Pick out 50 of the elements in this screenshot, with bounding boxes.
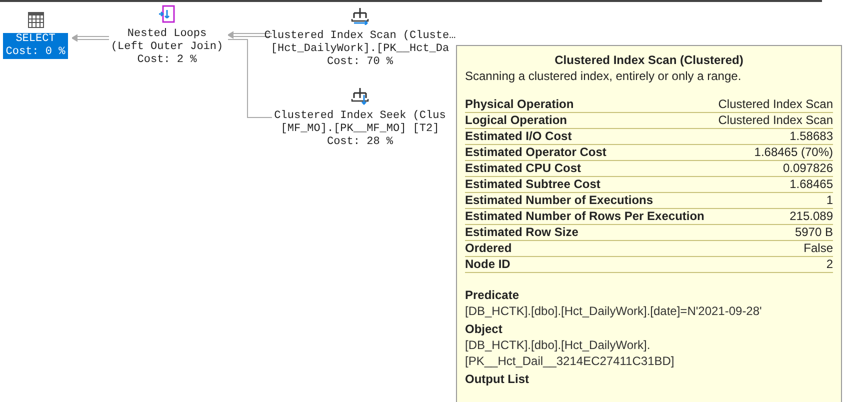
section-text: [DB_HCTK].[dbo].[Hct_DailyWork].: [465, 337, 652, 353]
property-value: 1.68465: [790, 177, 833, 192]
property-name: Node ID: [465, 257, 510, 272]
tooltip-title: Clustered Index Scan (Clustered): [554, 52, 744, 68]
node-text: [MF_MO].[PK__MF_MO] [T2]: [280, 123, 440, 136]
node-text: (Left Outer Join): [110, 41, 224, 54]
connector-arrow: [72, 34, 109, 42]
node-text: Cost: 70 %: [326, 56, 393, 69]
node-text: Cost: 28 %: [326, 136, 393, 149]
index-tree-icon: [351, 7, 369, 25]
table-grid-icon: [28, 12, 44, 28]
tooltip-description: Scanning a clustered index, entirely or only a range.: [465, 68, 742, 84]
property-name: Estimated Number of Executions: [465, 193, 654, 208]
property-name: Estimated Operator Cost: [465, 145, 606, 160]
property-value: 0.097826: [782, 161, 833, 176]
property-value: False: [804, 241, 833, 256]
property-value: 1: [826, 193, 833, 208]
node-text: Clustered Index Seek (Clus: [274, 110, 446, 123]
property-name: Ordered: [465, 241, 512, 256]
section-heading: Predicate: [465, 287, 520, 303]
property-name: Estimated Row Size: [465, 225, 578, 240]
property-value: 1.68465 (70%): [754, 145, 833, 160]
node-text: Cost: 2 %: [137, 54, 197, 67]
section-heading: Output List: [465, 371, 530, 387]
property-name: Physical Operation: [465, 97, 574, 112]
index-tree-icon: [351, 87, 369, 105]
plan-node-label[interactable]: Nested Loops (Left Outer Join) Cost: 2 %: [108, 28, 226, 67]
node-text: Clustered Index Scan (Cluste…: [264, 30, 456, 43]
property-value: 5970 B: [794, 225, 833, 240]
property-value: 215.089: [790, 209, 833, 224]
plan-node-label[interactable]: Clustered Index Scan (Cluste… [Hct_DailyWork].[PK__Hct_Da Cost: 70 %: [261, 30, 459, 69]
section-heading: Object: [465, 321, 504, 337]
property-name: Estimated I/O Cost: [465, 129, 572, 144]
property-value: 1.58683: [790, 129, 833, 144]
property-name: Estimated CPU Cost: [465, 161, 582, 176]
property-name: Estimated Subtree Cost: [465, 177, 600, 192]
node-text: Cost: 0 %: [6, 46, 66, 59]
node-text: SELECT: [16, 33, 56, 46]
section-text: [DB_HCTK].[dbo].[Hct_DailyWork].[date]=N'2021-09-28': [465, 303, 763, 319]
node-text: Nested Loops: [127, 28, 207, 41]
plan-node-label[interactable]: Clustered Index Seek (Clus [MF_MO].[PK__MF_MO] [T2] Cost: 28 %: [271, 110, 449, 149]
plan-node-label[interactable]: SELECT Cost: 0 %: [2, 33, 68, 59]
property-value: Clustered Index Scan: [718, 113, 833, 128]
property-name: Logical Operation: [465, 113, 568, 128]
property-value: Clustered Index Scan: [718, 97, 833, 112]
property-value: 2: [826, 257, 833, 272]
section-text: [PK__Hct_Dail__3214EC27411C31BD]: [465, 353, 676, 369]
node-text: [Hct_DailyWork].[PK__Hct_Da: [270, 43, 450, 56]
nested-loops-icon: [158, 5, 176, 23]
property-name: Estimated Number of Rows Per Execution: [465, 209, 704, 224]
